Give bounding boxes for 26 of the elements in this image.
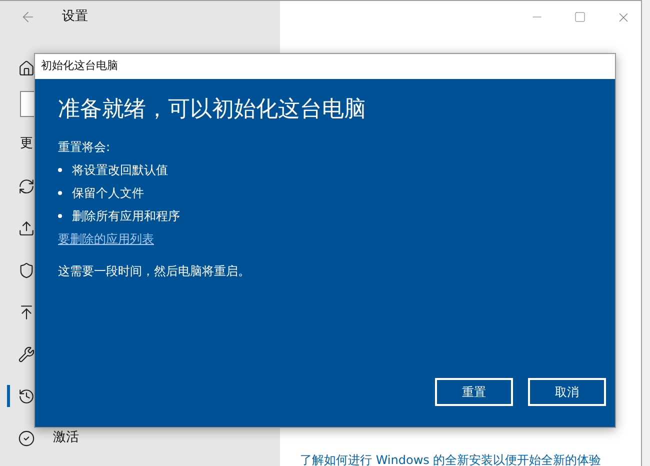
upload-icon[interactable]: [18, 304, 35, 320]
sidebar-item[interactable]: 更: [20, 134, 33, 154]
fresh-install-link[interactable]: 了解如何进行 Windows 的全新安装以便开始全新的体验: [300, 451, 641, 466]
bullet-icon: [58, 214, 62, 218]
reset-button[interactable]: 重置: [435, 378, 513, 406]
app-list-link[interactable]: 要删除的应用列表: [58, 230, 154, 248]
home-icon[interactable]: [18, 60, 35, 76]
note-text: 这需要一段时间，然后电脑将重启。: [58, 262, 250, 280]
dialog-heading: 准备就绪，可以初始化这台电脑: [58, 96, 366, 124]
dialog-title: 初始化这台电脑: [41, 58, 118, 74]
bullet-icon: [58, 190, 62, 194]
bullet-text: 保留个人文件: [72, 184, 144, 202]
shield-icon[interactable]: [18, 262, 35, 278]
cancel-button[interactable]: 取消: [528, 378, 606, 406]
bullet-icon: [58, 168, 62, 172]
check-circle-icon[interactable]: [18, 430, 35, 446]
bullet-text: 将设置改回默认值: [72, 162, 168, 178]
wrench-icon[interactable]: [18, 346, 35, 362]
window-title: 设置: [62, 8, 88, 26]
tray-icon[interactable]: [18, 220, 35, 236]
intro-text: 重置将会:: [58, 138, 110, 156]
back-icon[interactable]: [20, 9, 36, 25]
refresh-icon[interactable]: [18, 178, 35, 194]
history-icon[interactable]: [18, 388, 35, 404]
sidebar-item[interactable]: 激活: [53, 428, 79, 448]
bullet-text: 删除所有应用和程序: [72, 208, 180, 224]
